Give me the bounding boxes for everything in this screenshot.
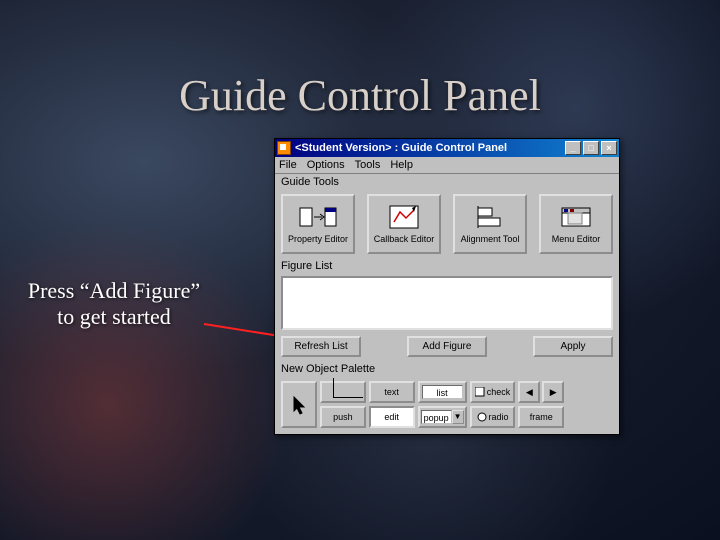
- cursor-icon: [292, 395, 306, 415]
- palette: text list check ◀ ▶ push edit popup ▼ ra…: [275, 377, 619, 434]
- menu-file[interactable]: File: [279, 159, 297, 171]
- axes-button[interactable]: [320, 381, 366, 403]
- checkbox-button[interactable]: check: [470, 381, 516, 403]
- figure-list-label: Figure List: [275, 258, 619, 274]
- listbox-button[interactable]: list: [418, 381, 467, 403]
- menu-tools[interactable]: Tools: [355, 159, 381, 171]
- minimize-button[interactable]: _: [565, 141, 581, 155]
- alignment-tool-icon: [469, 203, 511, 231]
- slide-title: Guide Control Panel: [0, 70, 720, 121]
- refresh-list-button[interactable]: Refresh List: [281, 336, 361, 357]
- axes-icon: [329, 384, 357, 400]
- selection-tool-button[interactable]: [281, 381, 317, 428]
- callback-editor-button[interactable]: Callback Editor: [367, 194, 441, 254]
- window-title: <Student Version> : Guide Control Panel: [295, 142, 565, 154]
- app-icon: [277, 141, 291, 155]
- menu-help[interactable]: Help: [390, 159, 413, 171]
- figure-list[interactable]: [281, 276, 613, 330]
- property-editor-icon: [297, 203, 339, 231]
- menu-editor-icon: [555, 203, 597, 231]
- frame-button[interactable]: frame: [518, 406, 564, 428]
- annotation-line1: Press “Add Figure”: [28, 278, 200, 303]
- edit-button[interactable]: edit: [369, 406, 415, 428]
- radio-label: radio: [489, 412, 509, 422]
- slider-right-icon: ▶: [542, 381, 564, 403]
- callback-editor-icon: [383, 203, 425, 231]
- apply-button[interactable]: Apply: [533, 336, 613, 357]
- checkbox-label: check: [487, 387, 511, 397]
- palette-label: New Object Palette: [275, 361, 619, 377]
- alignment-tool-button[interactable]: Alignment Tool: [453, 194, 527, 254]
- radio-button[interactable]: radio: [470, 406, 516, 428]
- callback-editor-label: Callback Editor: [374, 235, 435, 245]
- check-icon: [475, 387, 485, 397]
- radio-icon: [477, 412, 487, 422]
- guide-control-panel-window: <Student Version> : Guide Control Panel …: [274, 138, 620, 435]
- annotation-line2: to get started: [57, 304, 171, 329]
- slider-button[interactable]: ◀ ▶: [518, 381, 564, 403]
- guide-tools-label: Guide Tools: [275, 174, 619, 190]
- menu-options[interactable]: Options: [307, 159, 345, 171]
- titlebar[interactable]: <Student Version> : Guide Control Panel …: [275, 139, 619, 157]
- close-button[interactable]: ×: [601, 141, 617, 155]
- text-button[interactable]: text: [369, 381, 415, 403]
- menu-editor-button[interactable]: Menu Editor: [539, 194, 613, 254]
- property-editor-button[interactable]: Property Editor: [281, 194, 355, 254]
- push-button[interactable]: push: [320, 406, 366, 428]
- maximize-button[interactable]: □: [583, 141, 599, 155]
- annotation-text: Press “Add Figure” to get started: [14, 278, 214, 331]
- add-figure-button[interactable]: Add Figure: [407, 336, 487, 357]
- slider-left-icon: ◀: [518, 381, 540, 403]
- figure-list-buttons: Refresh List Add Figure Apply: [275, 332, 619, 361]
- menu-editor-label: Menu Editor: [552, 235, 601, 245]
- chevron-down-icon: ▼: [452, 410, 464, 424]
- popup-button[interactable]: popup ▼: [418, 406, 467, 428]
- popup-label: popup: [421, 410, 452, 424]
- property-editor-label: Property Editor: [288, 235, 348, 245]
- guide-tools-toolbar: Property Editor Callback Editor Alignmen…: [275, 190, 619, 258]
- listbox-label: list: [422, 385, 463, 399]
- alignment-tool-label: Alignment Tool: [461, 235, 520, 245]
- menu-bar: File Options Tools Help: [275, 157, 619, 174]
